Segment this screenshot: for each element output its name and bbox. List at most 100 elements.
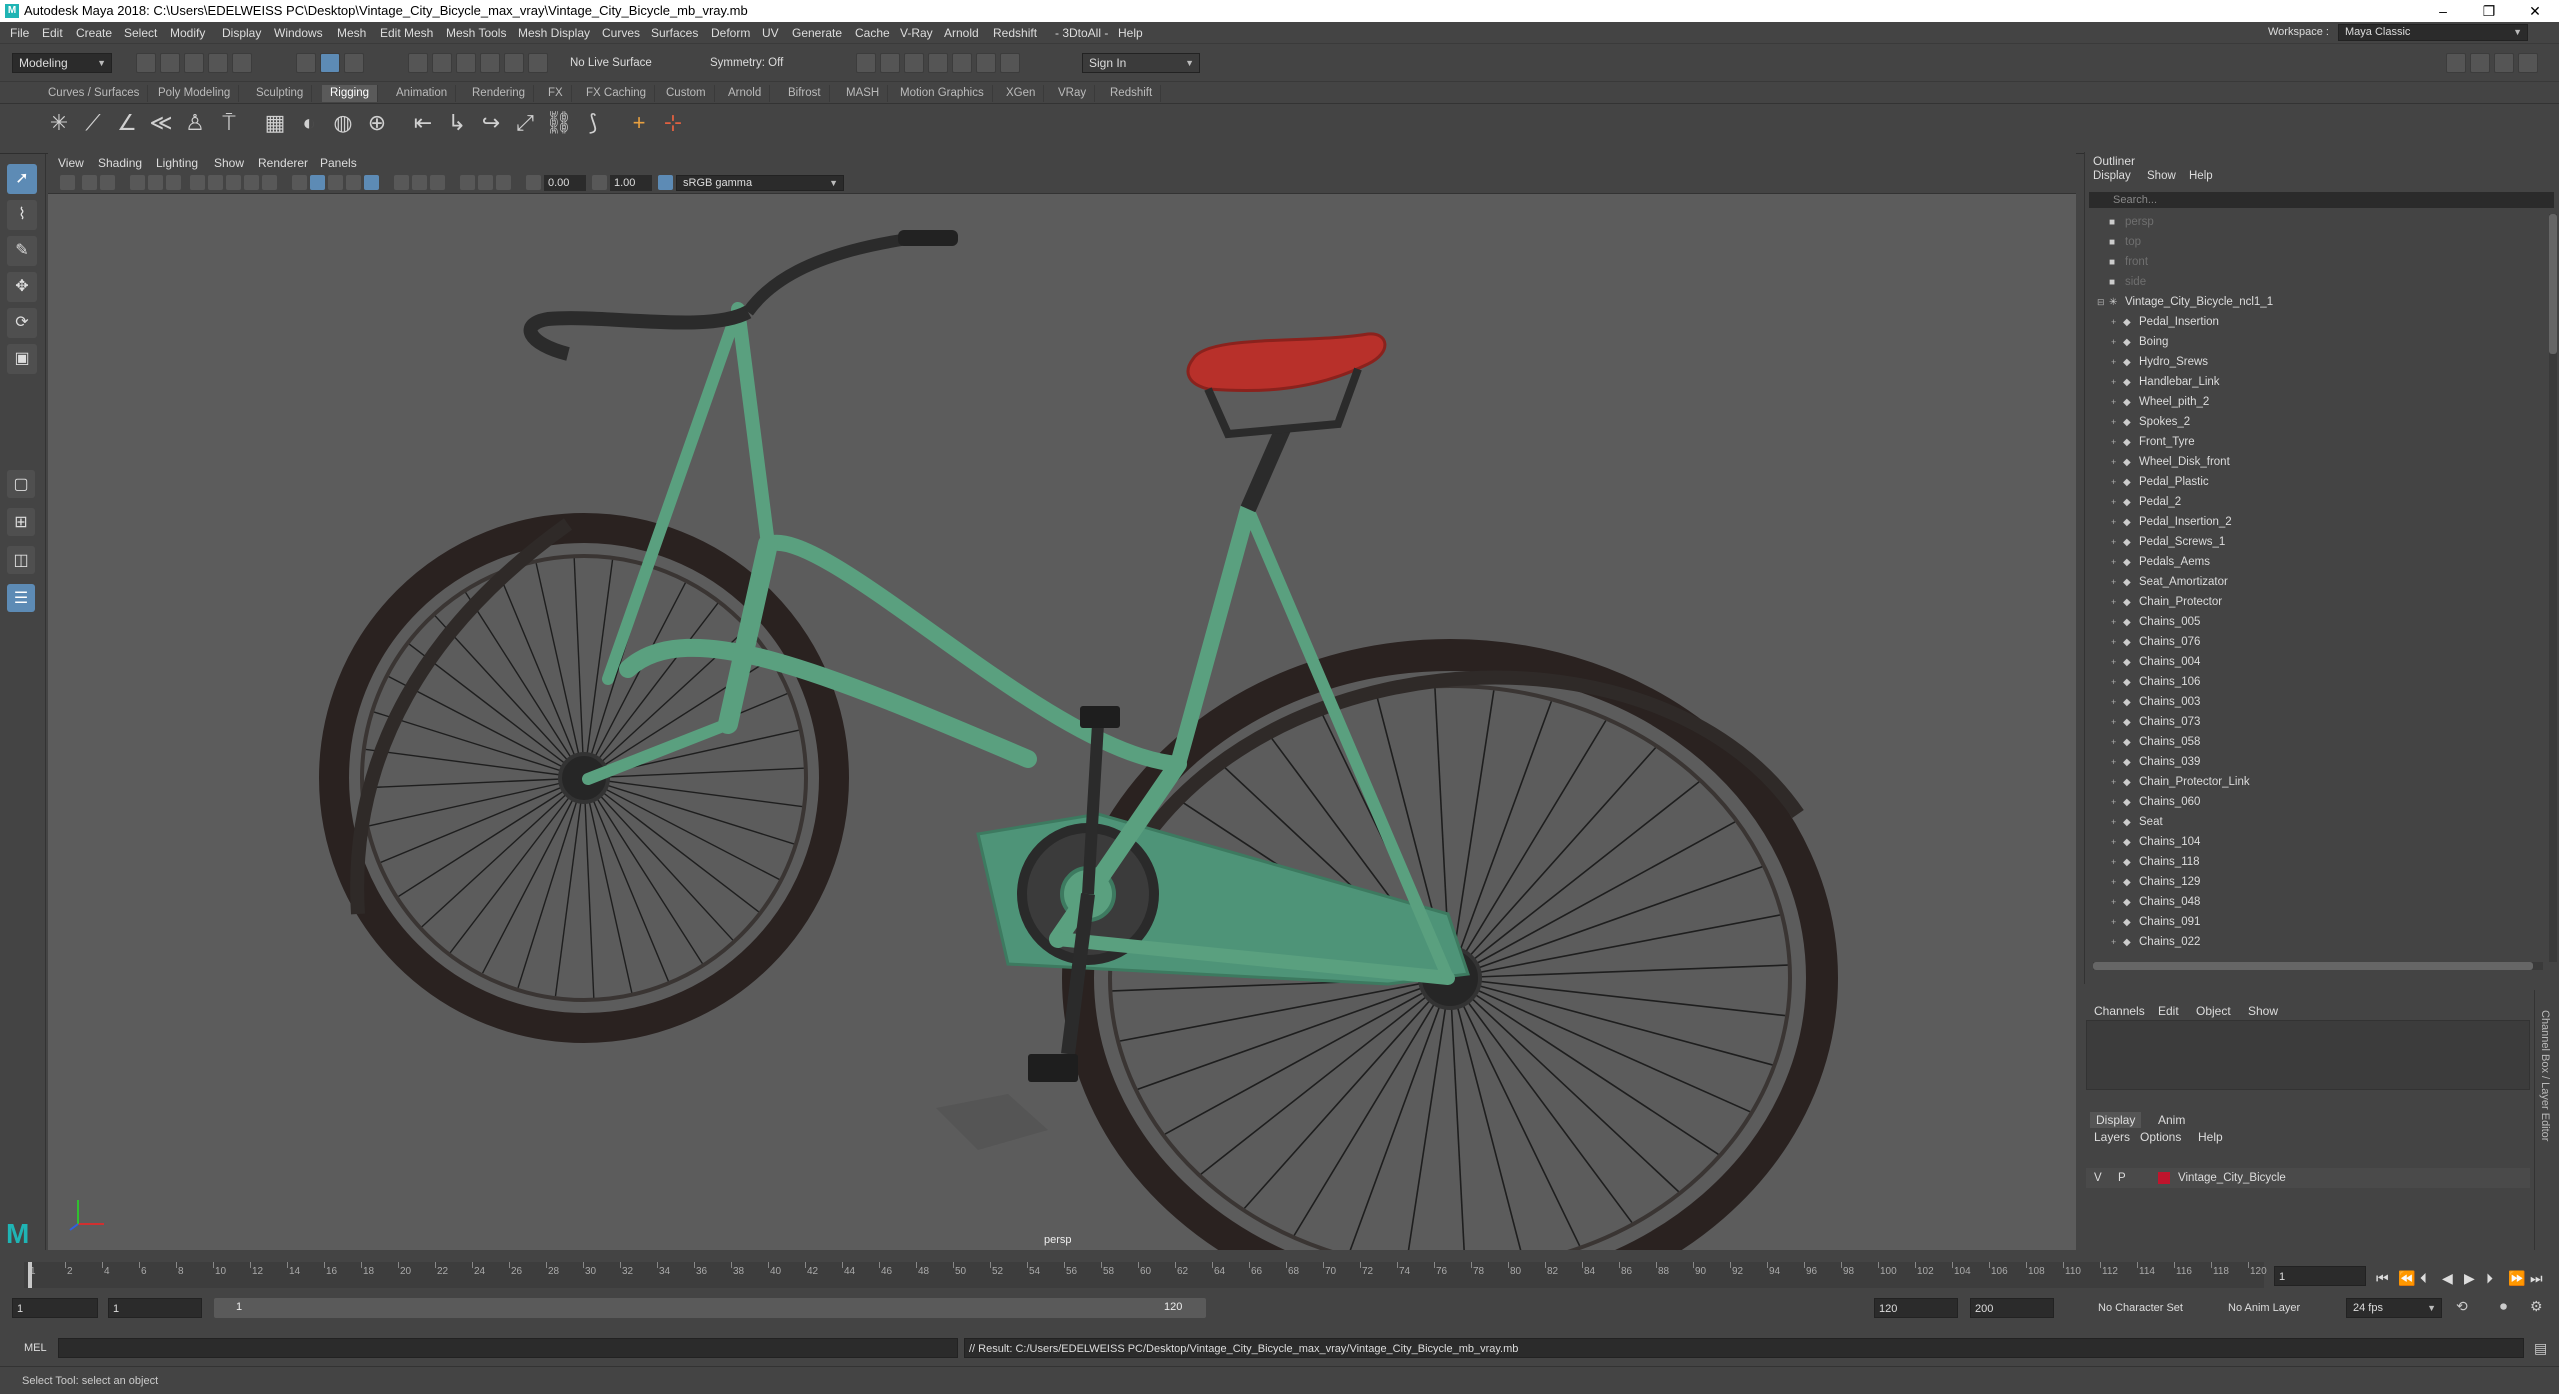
render-current-icon[interactable] [880, 53, 900, 73]
expand-icon[interactable]: + [2111, 372, 2123, 392]
orient-constraint-icon[interactable]: ↪ [476, 108, 506, 138]
expand-icon[interactable]: + [2111, 352, 2123, 372]
snap-curve-icon[interactable] [432, 53, 452, 73]
tool-settings-icon[interactable] [2494, 53, 2514, 73]
gamma-field[interactable]: 1.00 [610, 175, 652, 191]
menu-create[interactable]: Create [76, 26, 112, 40]
shelf-tab-custom[interactable]: Custom [658, 85, 715, 102]
menu-vray[interactable]: V-Ray [900, 26, 933, 40]
panel-menu-shading[interactable]: Shading [98, 156, 142, 170]
channel-object-menu[interactable]: Object [2196, 1004, 2231, 1018]
shelf-tab-arnold[interactable]: Arnold [720, 85, 771, 102]
time-slider[interactable]: 1 2 4 6 8 10 12 14 16 18 20 22 24 26 28 30 32 34 36 38 40 42 4… [0, 1254, 2559, 1290]
humanik-icon[interactable]: ♙ [180, 108, 210, 138]
fps-dropdown[interactable]: 24 fps ▼ [2346, 1298, 2442, 1318]
playback-start-field[interactable]: 1 [108, 1298, 202, 1318]
play-backward-icon[interactable]: ◀ [2442, 1270, 2453, 1287]
aim-constraint-icon[interactable]: ↳ [442, 108, 472, 138]
shelf-tab-rigging[interactable]: Rigging [322, 85, 378, 102]
expand-icon[interactable]: + [2111, 532, 2123, 552]
layer-color-swatch[interactable] [2158, 1172, 2170, 1184]
live-surface-label[interactable]: No Live Surface [570, 57, 652, 69]
wireframe-icon[interactable] [292, 175, 307, 190]
expand-icon[interactable]: + [2111, 312, 2123, 332]
expand-icon[interactable]: + [2111, 592, 2123, 612]
step-forward-frame-icon[interactable]: ⏵ [2486, 1270, 2493, 1287]
ik-spline-icon[interactable]: ∠ [112, 108, 142, 138]
range-slider[interactable]: 1 120 [214, 1298, 1206, 1318]
expand-icon[interactable]: + [2111, 552, 2123, 572]
script-editor-icon[interactable]: ▤ [2534, 1340, 2547, 1357]
gate-mask-icon[interactable] [244, 175, 259, 190]
outliner-item-camera[interactable]: ■ side [2109, 272, 2146, 292]
expand-icon[interactable]: + [2111, 412, 2123, 432]
layer-row[interactable]: V P Vintage_City_Bicycle [2086, 1168, 2530, 1188]
outliner-item[interactable]: + ◆ Chains_104 [2111, 832, 2200, 852]
layer-name[interactable]: Vintage_City_Bicycle [2178, 1168, 2286, 1188]
outliner-item[interactable]: + ◆ Chain_Protector [2111, 592, 2222, 612]
expand-icon[interactable]: + [2111, 772, 2123, 792]
close-button[interactable]: ✕ [2512, 0, 2558, 22]
parent-constraint-icon[interactable]: ⛓ [544, 108, 574, 138]
move-tool-icon[interactable]: ✥ [7, 272, 37, 302]
outliner-item-camera[interactable]: ■ persp [2109, 212, 2154, 232]
expand-icon[interactable]: + [2111, 332, 2123, 352]
menu-mesh-display[interactable]: Mesh Display [518, 26, 590, 40]
select-hierarchy-icon[interactable] [296, 53, 316, 73]
channel-box-icon[interactable] [2518, 53, 2538, 73]
persp-viewport[interactable]: persp [48, 194, 2076, 1250]
film-gate-icon[interactable] [208, 175, 223, 190]
insert-joint-icon[interactable]: ≪ [146, 108, 176, 138]
snap-surface-icon[interactable] [504, 53, 524, 73]
pole-vector-icon[interactable]: ⟆ [578, 108, 608, 138]
expand-icon[interactable]: + [2111, 832, 2123, 852]
snap-point-icon[interactable] [456, 53, 476, 73]
menu-mesh-tools[interactable]: Mesh Tools [446, 26, 506, 40]
layer-visibility-toggle[interactable]: V [2094, 1168, 2102, 1188]
select-object-icon[interactable] [320, 53, 340, 73]
rotate-tool-icon[interactable]: ⟳ [7, 308, 37, 338]
outliner-menu-help[interactable]: Help [2189, 170, 2213, 182]
pause-viewport-icon[interactable] [1000, 53, 1020, 73]
outliner-item[interactable]: + ◆ Chains_005 [2111, 612, 2200, 632]
time-slider-track[interactable]: 1 2 4 6 8 10 12 14 16 18 20 22 24 26 28 30 32 34 36 38 40 42 4… [24, 1262, 2267, 1288]
outliner-item[interactable]: + ◆ Chains_106 [2111, 672, 2200, 692]
outliner-item[interactable]: + ◆ Pedal_Plastic [2111, 472, 2209, 492]
outliner-item-root[interactable]: ⊟ ✳ Vintage_City_Bicycle_ncl1_1 [2097, 292, 2273, 312]
outliner-item[interactable]: + ◆ Chains_060 [2111, 792, 2200, 812]
point-constraint-icon[interactable]: ⇤ [408, 108, 438, 138]
shelf-tab-bifrost[interactable]: Bifrost [780, 85, 830, 102]
anti-alias-icon[interactable] [496, 175, 511, 190]
shelf-tab-rendering[interactable]: Rendering [464, 85, 535, 102]
new-scene-icon[interactable] [136, 53, 156, 73]
handlebar[interactable] [523, 305, 752, 361]
outliner-item[interactable]: + ◆ Chains_129 [2111, 872, 2200, 892]
expand-icon[interactable]: + [2111, 792, 2123, 812]
outliner-item[interactable]: + ◆ Chains_118 [2111, 852, 2200, 872]
anim-layer-dropdown[interactable]: No Anim Layer [2228, 1302, 2300, 1314]
collapse-icon[interactable]: ⊟ [2097, 292, 2109, 312]
image-plane-icon[interactable] [130, 175, 145, 190]
menu-arnold[interactable]: Arnold [944, 26, 979, 40]
outliner-item[interactable]: + ◆ Spokes_2 [2111, 412, 2190, 432]
gamma-icon[interactable] [592, 175, 607, 190]
outliner-menu-display[interactable]: Display [2093, 170, 2131, 182]
outliner-item[interactable]: + ◆ Seat_Amortizator [2111, 572, 2228, 592]
shelf-tab-animation[interactable]: Animation [388, 85, 457, 102]
cluster-icon[interactable]: ⊹ [658, 108, 688, 138]
outliner-persp-layout-icon[interactable]: ☰ [7, 584, 35, 612]
channel-box-side-tab[interactable]: Channel Box / Layer Editor [2539, 1010, 2551, 1141]
locator-icon[interactable]: + [624, 108, 654, 138]
exposure-field[interactable]: 0.00 [544, 175, 586, 191]
layers-menu[interactable]: Layers [2094, 1130, 2130, 1144]
view-transform-dropdown[interactable]: sRGB gamma ▼ [676, 175, 844, 191]
step-back-frame-icon[interactable]: ⏴ [2420, 1270, 2427, 1287]
menu-select[interactable]: Select [124, 26, 157, 40]
paint-weights-icon[interactable]: ◍ [328, 108, 358, 138]
bicycle-model[interactable] [48, 194, 2076, 1250]
outliner-item[interactable]: + ◆ Pedals_Aems [2111, 552, 2210, 572]
step-forward-key-icon[interactable]: ⏩ [2508, 1270, 2525, 1287]
expand-icon[interactable]: + [2111, 892, 2123, 912]
outliner-item[interactable]: + ◆ Boing [2111, 332, 2168, 352]
play-forward-icon[interactable]: ▶ [2464, 1270, 2475, 1287]
